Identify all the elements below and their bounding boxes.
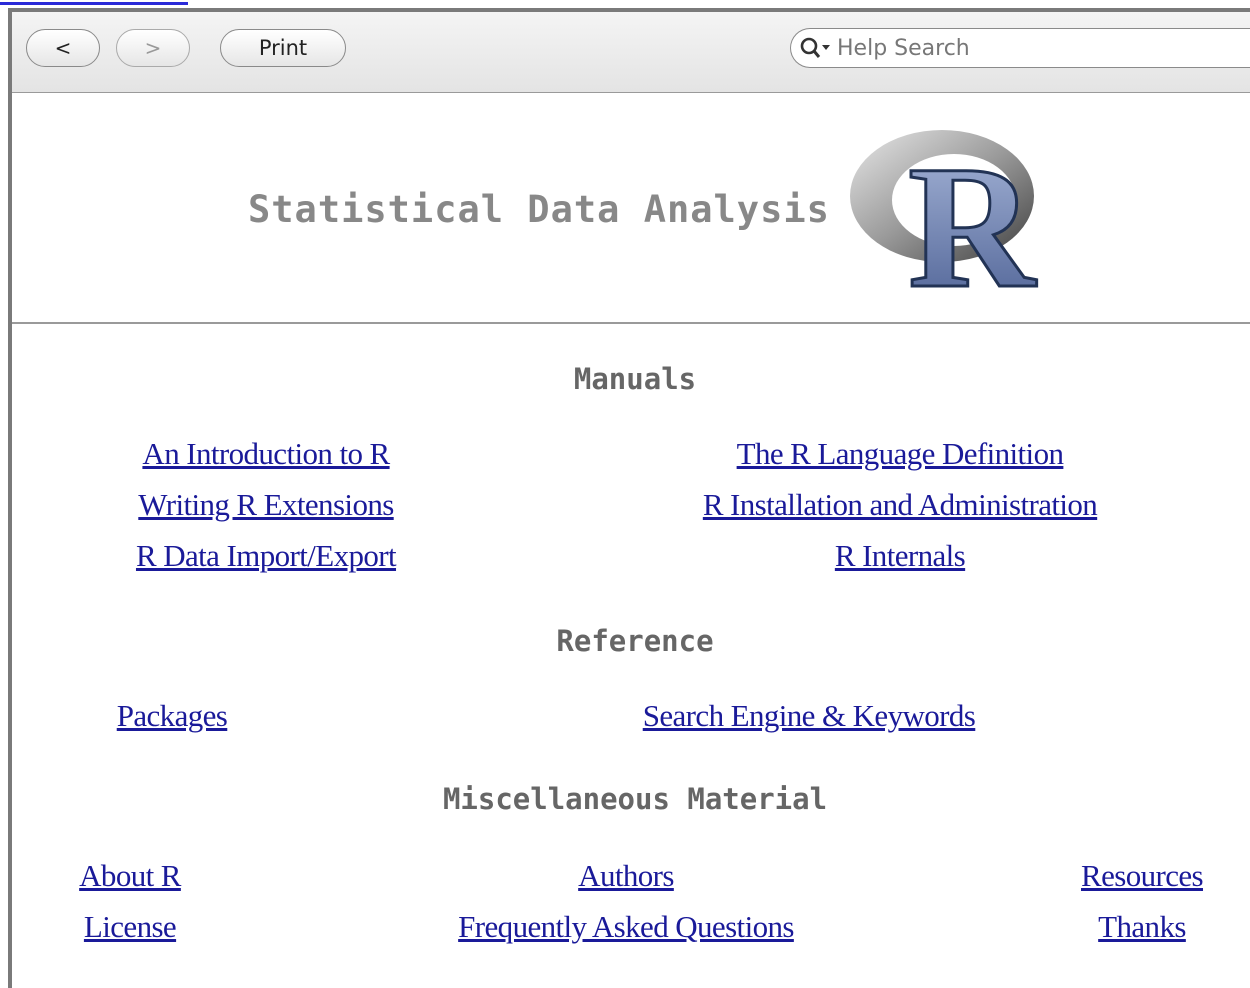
help-window: < > Print Statistical Data Analysis (8, 8, 1250, 988)
top-link-underline[interactable] (0, 0, 188, 5)
link-license[interactable]: License (84, 909, 177, 945)
misc-heading: Miscellaneous Material (442, 782, 828, 816)
link-r-installation-admin[interactable]: R Installation and Administration (703, 487, 1098, 523)
link-r-language-definition[interactable]: The R Language Definition (737, 436, 1064, 472)
link-r-data-import-export[interactable]: R Data Import/Export (136, 538, 397, 574)
link-about-r[interactable]: About R (79, 858, 181, 894)
link-r-internals[interactable]: R Internals (835, 538, 966, 574)
main-content: Manuals An Introduction to R Writing R E… (12, 324, 1250, 988)
link-intro-to-r[interactable]: An Introduction to R (142, 436, 390, 472)
forward-button[interactable]: > (116, 29, 190, 67)
link-thanks[interactable]: Thanks (1098, 909, 1186, 945)
banner: Statistical Data Analysis R (12, 92, 1250, 324)
link-search-engine-keywords[interactable]: Search Engine & Keywords (643, 698, 976, 734)
link-writing-r-extensions[interactable]: Writing R Extensions (138, 487, 394, 523)
r-logo: R (850, 129, 1039, 294)
r-logo-letter: R (908, 130, 1037, 294)
print-button[interactable]: Print (220, 29, 346, 67)
banner-title: Statistical Data Analysis (248, 188, 830, 231)
search-icon[interactable] (799, 35, 833, 61)
reference-heading: Reference (556, 624, 714, 658)
link-faq[interactable]: Frequently Asked Questions (458, 909, 794, 945)
back-button[interactable]: < (26, 29, 100, 67)
search-input[interactable] (837, 35, 1237, 61)
manuals-heading: Manuals (573, 362, 697, 396)
link-resources[interactable]: Resources (1081, 858, 1204, 894)
link-packages[interactable]: Packages (117, 698, 228, 734)
toolbar: < > Print (12, 12, 1250, 93)
help-search-field[interactable] (790, 28, 1250, 68)
link-authors[interactable]: Authors (578, 858, 674, 894)
